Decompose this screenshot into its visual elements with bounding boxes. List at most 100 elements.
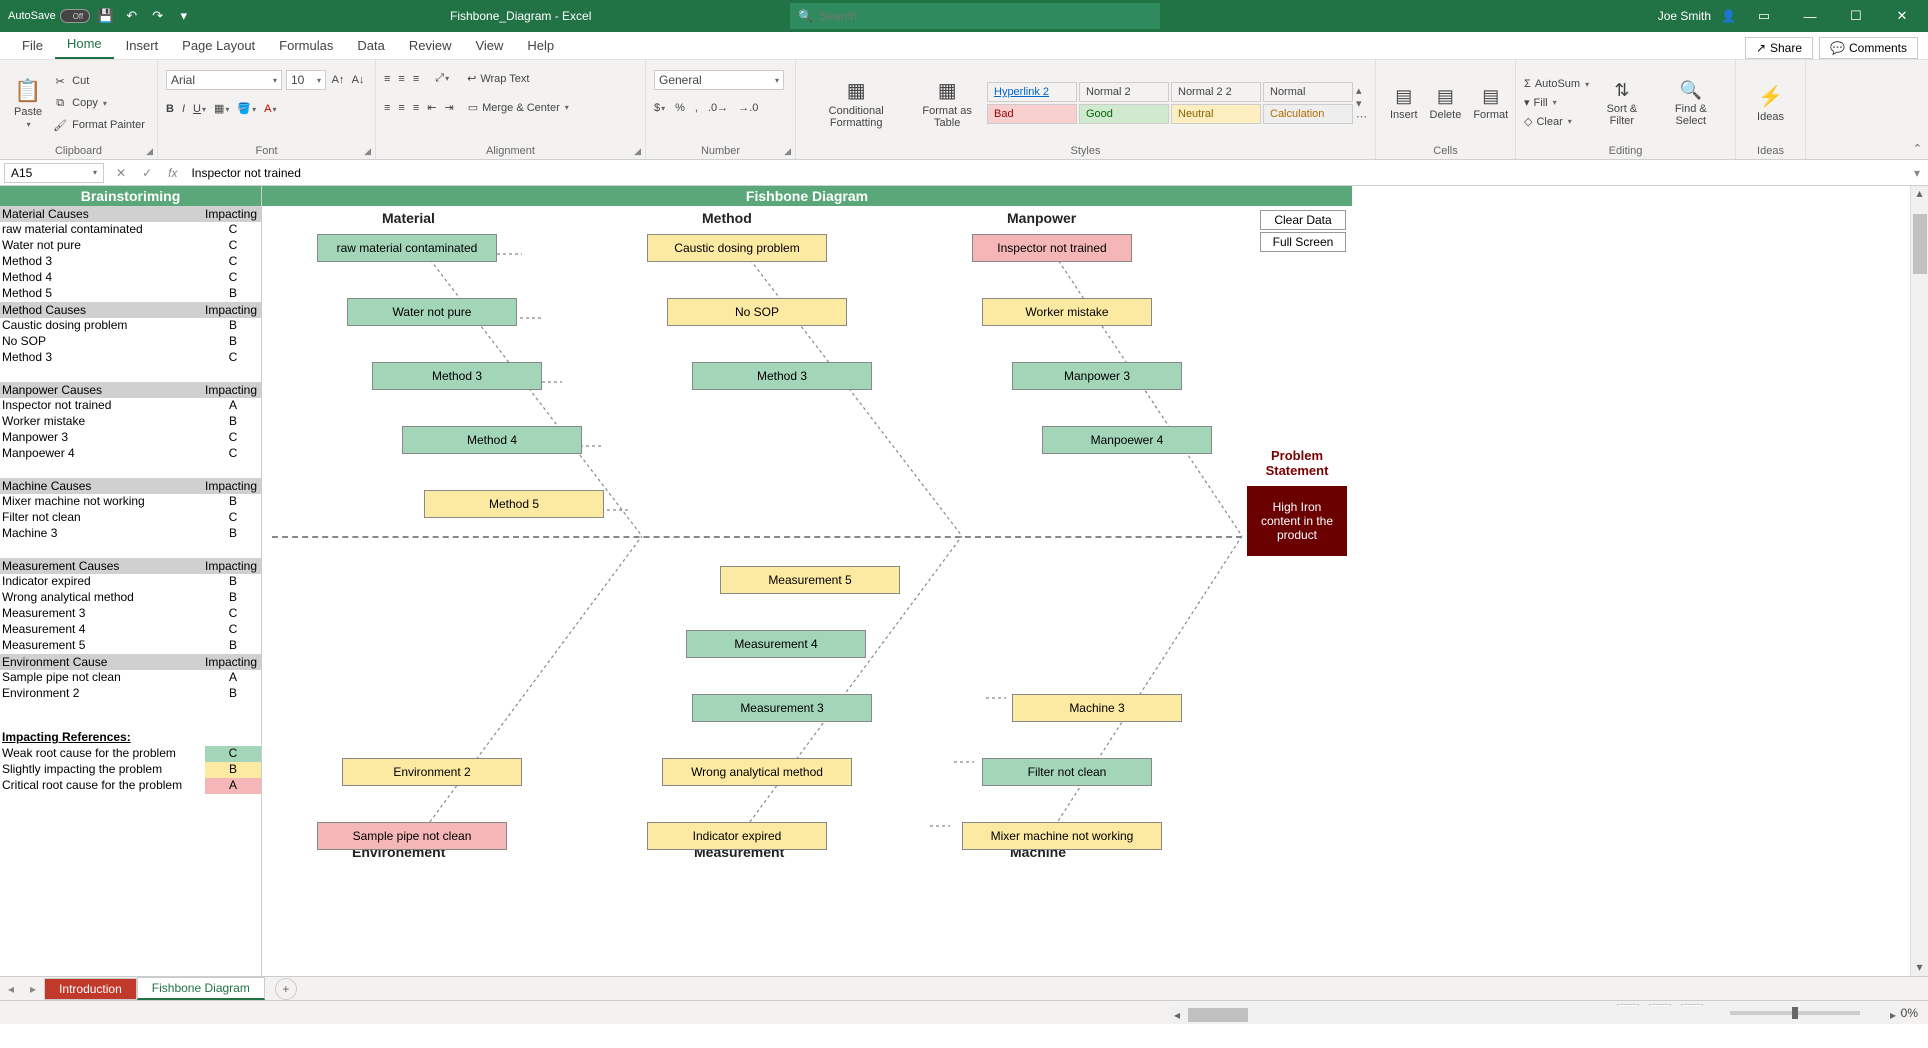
autosave-toggle[interactable]: AutoSave Off: [8, 9, 90, 23]
comma-icon[interactable]: ,: [695, 102, 698, 114]
name-box[interactable]: A15▾: [4, 163, 104, 183]
tab-nav-prev-icon[interactable]: ◂: [0, 982, 22, 996]
ideas-button[interactable]: ⚡Ideas: [1744, 64, 1797, 142]
add-sheet-button[interactable]: +: [275, 978, 297, 1000]
borders-button[interactable]: ▦▾: [214, 102, 229, 115]
brainstorm-row[interactable]: Water not pureC: [0, 238, 261, 254]
decrease-decimal-icon[interactable]: →.0: [738, 102, 758, 114]
blank-cells-area[interactable]: [1352, 186, 1910, 976]
tab-review[interactable]: Review: [397, 32, 464, 59]
tab-page-layout[interactable]: Page Layout: [170, 32, 267, 59]
tab-data[interactable]: Data: [345, 32, 396, 59]
brainstorm-row[interactable]: Mixer machine not workingB: [0, 494, 261, 510]
brainstorm-row[interactable]: Environment 2B: [0, 686, 261, 702]
style-normal22[interactable]: Normal 2 2: [1171, 82, 1261, 102]
minimize-icon[interactable]: —: [1792, 9, 1828, 24]
node-method-2[interactable]: No SOP: [667, 298, 847, 326]
expand-formula-bar-icon[interactable]: ▾: [1906, 166, 1928, 180]
copy-button[interactable]: ⧉Copy▾: [52, 93, 145, 113]
style-normal[interactable]: Normal: [1263, 82, 1353, 102]
node-machine-2[interactable]: Filter not clean: [982, 758, 1152, 786]
align-right-icon[interactable]: ≡: [413, 102, 419, 114]
currency-icon[interactable]: $▾: [654, 102, 665, 114]
close-icon[interactable]: ✕: [1884, 8, 1920, 24]
fx-icon[interactable]: fx: [160, 166, 185, 180]
percent-icon[interactable]: %: [675, 102, 685, 114]
brainstorm-row[interactable]: Manpoewer 4C: [0, 446, 261, 462]
node-manpower-3[interactable]: Manpower 3: [1012, 362, 1182, 390]
font-color-button[interactable]: A▾: [264, 103, 276, 115]
italic-button[interactable]: I: [182, 103, 185, 115]
clear-button[interactable]: ◇Clear▾: [1524, 113, 1589, 130]
node-manpower-4[interactable]: Manpoewer 4: [1042, 426, 1212, 454]
styles-down-icon[interactable]: ▾: [1356, 97, 1367, 110]
wrap-text-button[interactable]: ↩Wrap Text: [467, 70, 529, 87]
qat-dropdown-icon[interactable]: ▾: [174, 6, 194, 26]
zoom-slider[interactable]: [1730, 1011, 1860, 1015]
format-painter-button[interactable]: 🖌Format Painter: [52, 115, 145, 135]
fill-color-button[interactable]: 🪣▾: [237, 102, 256, 115]
redo-icon[interactable]: ↷: [148, 6, 168, 26]
brainstorm-row[interactable]: Caustic dosing problemB: [0, 318, 261, 334]
brainstorm-row[interactable]: raw material contaminatedC: [0, 222, 261, 238]
clipboard-dialog-icon[interactable]: ◢: [146, 146, 153, 157]
number-dialog-icon[interactable]: ◢: [784, 146, 791, 157]
ribbon-display-icon[interactable]: ▭: [1746, 8, 1782, 24]
undo-icon[interactable]: ↶: [122, 6, 142, 26]
style-bad[interactable]: Bad: [987, 104, 1077, 124]
node-measurement-3[interactable]: Measurement 3: [692, 694, 872, 722]
node-method-1[interactable]: Caustic dosing problem: [647, 234, 827, 262]
tab-file[interactable]: File: [10, 32, 55, 59]
clear-data-button[interactable]: Clear Data: [1260, 210, 1346, 230]
brainstorm-row[interactable]: No SOPB: [0, 334, 261, 350]
node-machine-3[interactable]: Machine 3: [1012, 694, 1182, 722]
align-bottom-icon[interactable]: ≡: [413, 73, 419, 85]
fill-button[interactable]: ▾Fill▾: [1524, 94, 1589, 111]
style-hyperlink2[interactable]: Hyperlink 2: [987, 82, 1077, 102]
font-name-select[interactable]: Arial▾: [166, 70, 282, 90]
decrease-indent-icon[interactable]: ⇤: [427, 101, 436, 114]
styles-more-icon[interactable]: ⋯: [1356, 110, 1367, 123]
tab-view[interactable]: View: [463, 32, 515, 59]
node-material-3[interactable]: Method 3: [372, 362, 542, 390]
scroll-up-icon[interactable]: ▴: [1911, 186, 1928, 200]
sheet-tab-introduction[interactable]: Introduction: [44, 978, 137, 1000]
style-normal2[interactable]: Normal 2: [1079, 82, 1169, 102]
brainstorm-row[interactable]: Worker mistakeB: [0, 414, 261, 430]
brainstorm-row[interactable]: Filter not cleanC: [0, 510, 261, 526]
user-name[interactable]: Joe Smith: [1658, 9, 1711, 23]
styles-up-icon[interactable]: ▴: [1356, 84, 1367, 97]
user-avatar-icon[interactable]: 👤: [1721, 9, 1736, 23]
alignment-dialog-icon[interactable]: ◢: [634, 146, 641, 157]
brainstorm-row[interactable]: Method 3C: [0, 350, 261, 366]
style-good[interactable]: Good: [1079, 104, 1169, 124]
brainstorm-row[interactable]: Measurement 4C: [0, 622, 261, 638]
sheet-tab-fishbone[interactable]: Fishbone Diagram: [137, 977, 265, 1000]
brainstorm-row[interactable]: Inspector not trainedA: [0, 398, 261, 414]
tab-home[interactable]: Home: [55, 30, 114, 59]
align-center-icon[interactable]: ≡: [398, 102, 404, 114]
align-top-icon[interactable]: ≡: [384, 73, 390, 85]
save-icon[interactable]: 💾: [96, 6, 116, 26]
brainstorm-row[interactable]: Manpower 3C: [0, 430, 261, 446]
bold-button[interactable]: B: [166, 103, 174, 115]
align-middle-icon[interactable]: ≡: [398, 73, 404, 85]
autosum-button[interactable]: ΣAutoSum▾: [1524, 76, 1589, 92]
cancel-formula-icon[interactable]: ✕: [108, 166, 134, 180]
maximize-icon[interactable]: ☐: [1838, 8, 1874, 24]
brainstorm-row[interactable]: Measurement 3C: [0, 606, 261, 622]
formula-input[interactable]: Inspector not trained: [185, 164, 1906, 182]
vertical-scroll-thumb[interactable]: [1913, 214, 1927, 274]
decrease-font-icon[interactable]: A↓: [350, 72, 366, 88]
cut-button[interactable]: ✂Cut: [52, 71, 145, 91]
paste-button[interactable]: 📋 Paste▾: [8, 64, 48, 142]
find-select-button[interactable]: 🔍Find & Select: [1655, 64, 1727, 142]
increase-indent-icon[interactable]: ⇥: [444, 101, 453, 114]
increase-decimal-icon[interactable]: .0→: [708, 102, 728, 114]
node-manpower-2[interactable]: Worker mistake: [982, 298, 1152, 326]
align-left-icon[interactable]: ≡: [384, 102, 390, 114]
brainstorm-row[interactable]: Wrong analytical methodB: [0, 590, 261, 606]
vertical-scrollbar[interactable]: ▴ ▾: [1910, 186, 1928, 976]
collapse-ribbon-icon[interactable]: ⌃: [1913, 142, 1922, 155]
enter-formula-icon[interactable]: ✓: [134, 166, 160, 180]
